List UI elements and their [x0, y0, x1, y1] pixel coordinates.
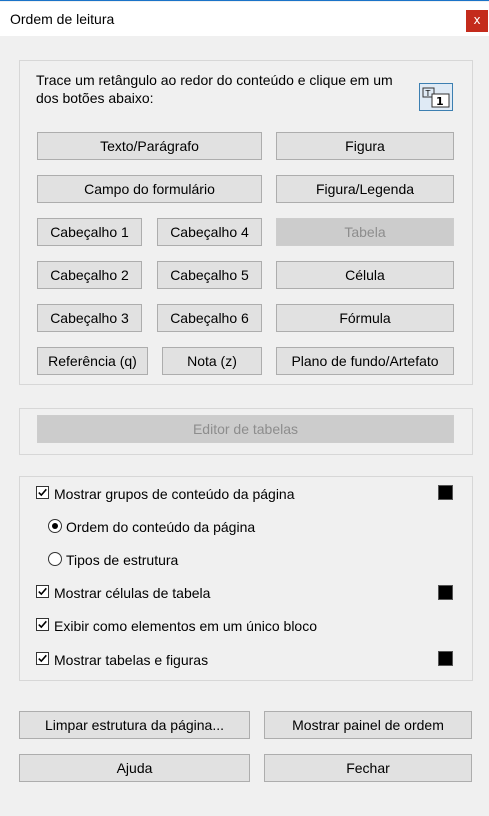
page-order-radio[interactable]: [48, 519, 62, 533]
table-editor-button[interactable]: Editor de tabelas: [37, 415, 454, 443]
show-order-panel-button[interactable]: Mostrar painel de ordem: [264, 711, 472, 739]
show-tables-figures-checkbox[interactable]: [36, 652, 49, 665]
checkmark-icon: [38, 620, 47, 629]
heading-2-button[interactable]: Cabeçalho 2: [37, 261, 142, 289]
table-cells-color-swatch[interactable]: [438, 585, 453, 600]
title-bar[interactable]: Ordem de leitura x: [0, 2, 489, 36]
reference-button[interactable]: Referência (q): [37, 347, 148, 375]
show-content-groups-label: Mostrar grupos de conteúdo da página: [54, 486, 295, 502]
show-table-cells-option[interactable]: Mostrar células de tabela: [36, 584, 426, 602]
heading-5-button[interactable]: Cabeçalho 5: [157, 261, 262, 289]
help-button[interactable]: Ajuda: [19, 754, 250, 782]
display-inline-blocks-label: Exibir como elementos em um único bloco: [54, 618, 318, 634]
heading-6-button[interactable]: Cabeçalho 6: [157, 304, 262, 332]
instruction-text: Trace um retângulo ao redor do conteúdo …: [36, 72, 393, 106]
heading-1-button[interactable]: Cabeçalho 1: [37, 218, 142, 246]
checkmark-icon: [38, 654, 47, 663]
heading-3-button[interactable]: Cabeçalho 3: [37, 304, 142, 332]
clear-page-structure-button[interactable]: Limpar estrutura da página...: [19, 711, 250, 739]
structure-types-label: Tipos de estrutura: [66, 552, 179, 568]
background-artifact-button[interactable]: Plano de fundo/Artefato: [276, 347, 454, 375]
show-table-cells-checkbox[interactable]: [36, 585, 49, 598]
show-tables-figures-label: Mostrar tabelas e figuras: [54, 652, 209, 668]
note-button[interactable]: Nota (z): [162, 347, 262, 375]
reading-order-dialog: Ordem de leitura x Trace um retângulo ao…: [0, 0, 489, 816]
heading-4-button[interactable]: Cabeçalho 4: [157, 218, 262, 246]
checkmark-icon: [38, 587, 47, 596]
close-button[interactable]: Fechar: [264, 754, 472, 782]
form-field-button[interactable]: Campo do formulário: [37, 175, 262, 203]
show-tables-figures-option[interactable]: Mostrar tabelas e figuras: [36, 651, 426, 669]
tables-figures-color-swatch[interactable]: [438, 651, 453, 666]
table-button[interactable]: Tabela: [276, 218, 454, 246]
dialog-title: Ordem de leitura: [10, 11, 115, 27]
figure-button[interactable]: Figura: [276, 132, 454, 160]
page-order-option[interactable]: Ordem do conteúdo da página: [48, 518, 408, 536]
page-order-label: Ordem do conteúdo da página: [66, 519, 256, 535]
close-window-button[interactable]: x: [466, 10, 488, 32]
checkmark-icon: [38, 488, 47, 497]
show-content-groups-option[interactable]: Mostrar grupos de conteúdo da página: [36, 485, 436, 503]
figure-caption-button[interactable]: Figura/Legenda: [276, 175, 454, 203]
structure-select-button[interactable]: T 1: [419, 83, 453, 111]
radio-selected-dot: [52, 523, 58, 529]
svg-text:1: 1: [436, 95, 444, 108]
text-paragraph-button[interactable]: Texto/Parágrafo: [37, 132, 262, 160]
content-groups-color-swatch[interactable]: [438, 485, 453, 500]
structure-types-option[interactable]: Tipos de estrutura: [48, 551, 408, 569]
svg-text:T: T: [425, 89, 431, 98]
cell-button[interactable]: Célula: [276, 261, 454, 289]
structure-select-icon: T 1: [422, 87, 450, 108]
show-content-groups-checkbox[interactable]: [36, 486, 49, 499]
formula-button[interactable]: Fórmula: [276, 304, 454, 332]
display-inline-blocks-option[interactable]: Exibir como elementos em um único bloco: [36, 617, 436, 635]
show-table-cells-label: Mostrar células de tabela: [54, 585, 211, 601]
display-inline-blocks-checkbox[interactable]: [36, 618, 49, 631]
structure-types-radio[interactable]: [48, 552, 62, 566]
